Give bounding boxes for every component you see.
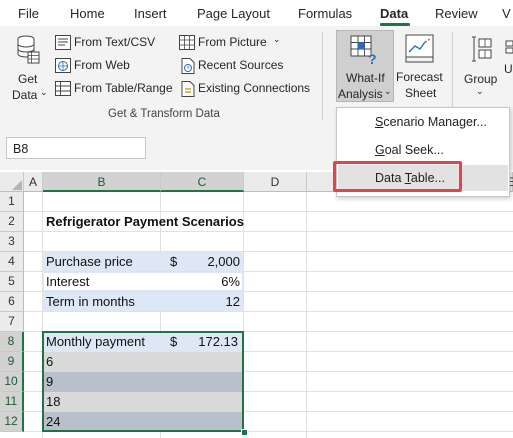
- row-header-2[interactable]: 2: [0, 212, 24, 232]
- row-header-10[interactable]: 10: [0, 372, 24, 392]
- menu-item-scenario-manager[interactable]: Scenario Manager...: [338, 109, 508, 135]
- ribbon-separator: [322, 32, 323, 120]
- chevron-down-icon: ⌄: [384, 86, 392, 96]
- term-option[interactable]: 18: [46, 392, 60, 412]
- what-if-analysis-button[interactable]: ? What-If Analysis ⌄: [336, 30, 394, 102]
- from-text-csv-button[interactable]: From Text/CSV: [55, 34, 175, 52]
- monthly-payment-value[interactable]: 172.13: [180, 332, 238, 352]
- tab-view[interactable]: V: [502, 6, 511, 21]
- row-header-4[interactable]: 4: [0, 252, 24, 272]
- column-header-d[interactable]: D: [244, 172, 307, 192]
- row-header-12[interactable]: 12: [0, 412, 24, 432]
- column-header-c[interactable]: C: [161, 172, 244, 192]
- get-data-label-1: Get: [18, 72, 38, 86]
- database-icon: [17, 35, 40, 64]
- ungroup-label: U: [504, 62, 513, 76]
- recent-sources-icon: [181, 58, 195, 74]
- sheet-title[interactable]: Refrigerator Payment Scenarios: [46, 212, 244, 232]
- group-icon: [472, 36, 492, 62]
- forecast-sheet-button[interactable]: Forecast Sheet: [396, 30, 444, 102]
- highlight-annotation-box: [333, 161, 462, 192]
- connections-icon: [181, 81, 195, 97]
- picture-table-icon: [179, 35, 195, 50]
- chevron-down-icon: ⌄: [40, 87, 48, 97]
- term-label[interactable]: Term in months: [46, 292, 135, 312]
- forecast-label-1: Forecast: [396, 70, 443, 84]
- row-header-3[interactable]: 3: [0, 232, 24, 252]
- what-if-icon: ?: [350, 35, 377, 65]
- svg-text:?: ?: [368, 51, 377, 65]
- tab-review[interactable]: Review: [435, 6, 478, 21]
- name-box[interactable]: B8: [6, 137, 146, 159]
- monthly-payment-label[interactable]: Monthly payment: [46, 332, 145, 352]
- purchase-price-currency: $: [170, 254, 178, 269]
- from-web-label: From Web: [74, 58, 130, 72]
- get-data-label-2: Data: [12, 88, 38, 102]
- get-data-button[interactable]: Get Data ⌄: [4, 30, 48, 102]
- existing-connections-button[interactable]: Existing Connections: [179, 80, 319, 98]
- column-header-a[interactable]: A: [24, 172, 43, 192]
- group-label: Group: [464, 72, 498, 86]
- forecast-label-2: Sheet: [405, 86, 437, 100]
- menu-item-goal-seek[interactable]: Goal Seek...: [338, 137, 508, 163]
- recent-sources-label: Recent Sources: [198, 58, 284, 72]
- monthly-payment-currency: $: [170, 334, 178, 349]
- term-option[interactable]: 24: [46, 412, 60, 432]
- tab-data[interactable]: Data: [380, 6, 408, 21]
- group-label-get-transform: Get & Transform Data: [108, 108, 220, 120]
- tab-page-layout[interactable]: Page Layout: [197, 6, 270, 21]
- ungroup-icon: [505, 40, 513, 54]
- term-option[interactable]: 6: [46, 352, 53, 372]
- from-table-range-button[interactable]: From Table/Range: [55, 80, 175, 98]
- purchase-price-value[interactable]: 2,000: [190, 252, 240, 272]
- from-web-button[interactable]: From Web: [55, 57, 175, 75]
- row-header-5[interactable]: 5: [0, 272, 24, 292]
- term-value[interactable]: 12: [190, 292, 240, 312]
- row-header-11[interactable]: 11: [0, 392, 24, 412]
- recent-sources-button[interactable]: Recent Sources: [179, 57, 289, 75]
- chevron-down-icon: ⌄: [476, 86, 484, 96]
- web-icon: [55, 58, 71, 73]
- row-header-7[interactable]: 7: [0, 312, 24, 332]
- ribbon-tab-bar: File Home Insert Page Layout Formulas Da…: [0, 0, 513, 26]
- purchase-price-label[interactable]: Purchase price: [46, 252, 133, 272]
- row-header-6[interactable]: 6: [0, 292, 24, 312]
- row-header-1[interactable]: 1: [0, 192, 24, 212]
- select-all-triangle-icon: [12, 180, 22, 190]
- interest-value[interactable]: 6%: [190, 272, 240, 292]
- from-table-range-label: From Table/Range: [74, 81, 173, 95]
- fill-handle[interactable]: [241, 429, 248, 436]
- term-option[interactable]: 9: [46, 372, 53, 392]
- what-if-label-1: What-If: [346, 71, 385, 85]
- group-button[interactable]: Group ⌄: [460, 30, 502, 102]
- what-if-label-2: Analysis: [338, 87, 383, 101]
- table-icon: [55, 81, 71, 96]
- column-header-b[interactable]: B: [43, 172, 161, 192]
- tab-formulas[interactable]: Formulas: [298, 6, 352, 21]
- from-picture-button[interactable]: From Picture ⌄: [179, 34, 289, 52]
- interest-label[interactable]: Interest: [46, 272, 89, 292]
- ungroup-button[interactable]: U: [504, 30, 513, 90]
- text-file-icon: [55, 35, 71, 50]
- row-header-8[interactable]: 8: [0, 332, 24, 352]
- tab-home[interactable]: Home: [70, 6, 105, 21]
- existing-connections-label: Existing Connections: [198, 81, 311, 95]
- forecast-chart-icon: [405, 34, 434, 63]
- select-all-corner[interactable]: [0, 172, 24, 192]
- from-picture-label: From Picture: [198, 35, 267, 49]
- from-text-csv-label: From Text/CSV: [74, 35, 156, 49]
- chevron-down-icon: ⌄: [273, 34, 281, 44]
- tab-insert[interactable]: Insert: [134, 6, 167, 21]
- row-header-9[interactable]: 9: [0, 352, 24, 372]
- tab-file[interactable]: File: [18, 6, 39, 21]
